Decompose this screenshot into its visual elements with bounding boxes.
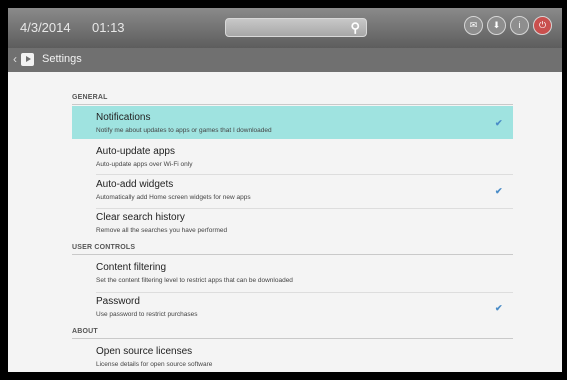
section-header-general: GENERAL xyxy=(72,94,108,101)
auto-add-widgets-checkbox[interactable]: ✔ xyxy=(495,187,503,196)
date-label: 4/3/2014 xyxy=(20,20,71,35)
setting-summary: Set the content filtering level to restr… xyxy=(96,277,293,284)
section-header-user-controls: USER CONTROLS xyxy=(72,244,136,251)
back-caret-icon[interactable]: ‹ xyxy=(13,52,17,66)
notifications-checkbox[interactable]: ✔ xyxy=(495,119,503,128)
setting-summary: Notify me about updates to apps or games… xyxy=(96,127,272,134)
setting-title: Password xyxy=(96,296,140,307)
settings-list: GENERAL Notifications Notify me about up… xyxy=(63,72,515,372)
section-divider xyxy=(72,338,513,339)
setting-title: Auto-update apps xyxy=(96,146,175,157)
setting-open-source-licenses[interactable]: Open source licenses License details for… xyxy=(72,342,513,372)
play-store-icon[interactable] xyxy=(21,53,34,66)
info-icon[interactable]: i xyxy=(510,16,529,35)
section-divider xyxy=(72,254,513,255)
system-icons: ✉ ⬇ i ⏻ xyxy=(464,16,552,35)
download-icon[interactable]: ⬇ xyxy=(487,16,506,35)
password-checkbox[interactable]: ✔ xyxy=(495,304,503,313)
setting-notifications[interactable]: Notifications Notify me about updates to… xyxy=(72,106,513,139)
setting-auto-add-widgets[interactable]: Auto-add widgets Automatically add Home … xyxy=(72,175,513,208)
setting-title: Notifications xyxy=(96,112,151,123)
setting-content-filtering[interactable]: Content filtering Set the content filter… xyxy=(72,258,513,292)
setting-title: Auto-add widgets xyxy=(96,179,174,190)
setting-title: Open source licenses xyxy=(96,346,193,357)
action-bar: ‹ Settings xyxy=(8,48,562,72)
page-title: Settings xyxy=(42,53,82,65)
setting-auto-update-apps[interactable]: Auto-update apps Auto-update apps over W… xyxy=(72,141,513,174)
setting-summary: Remove all the searches you have perform… xyxy=(96,227,228,234)
setting-summary: Automatically add Home screen widgets fo… xyxy=(96,194,251,201)
search-box[interactable]: ⚲ xyxy=(225,18,367,37)
clock: 01:13 xyxy=(92,20,125,35)
setting-password[interactable]: Password Use password to restrict purcha… xyxy=(72,293,513,326)
setting-summary: License details for open source software xyxy=(96,361,213,368)
power-icon[interactable]: ⏻ xyxy=(533,16,552,35)
setting-clear-search-history[interactable]: Clear search history Remove all the sear… xyxy=(72,209,513,242)
setting-title: Content filtering xyxy=(96,262,167,273)
setting-title: Clear search history xyxy=(96,212,185,223)
search-icon[interactable]: ⚲ xyxy=(350,20,360,36)
status-bar: 4/3/2014 01:13 ⚲ ✉ ⬇ i ⏻ xyxy=(8,8,562,48)
section-header-about: ABOUT xyxy=(72,328,98,335)
settings-content: GENERAL Notifications Notify me about up… xyxy=(8,72,562,372)
setting-summary: Use password to restrict purchases xyxy=(96,311,198,318)
section-divider xyxy=(72,104,513,105)
mail-icon[interactable]: ✉ xyxy=(464,16,483,35)
setting-summary: Auto-update apps over Wi-Fi only xyxy=(96,161,193,168)
